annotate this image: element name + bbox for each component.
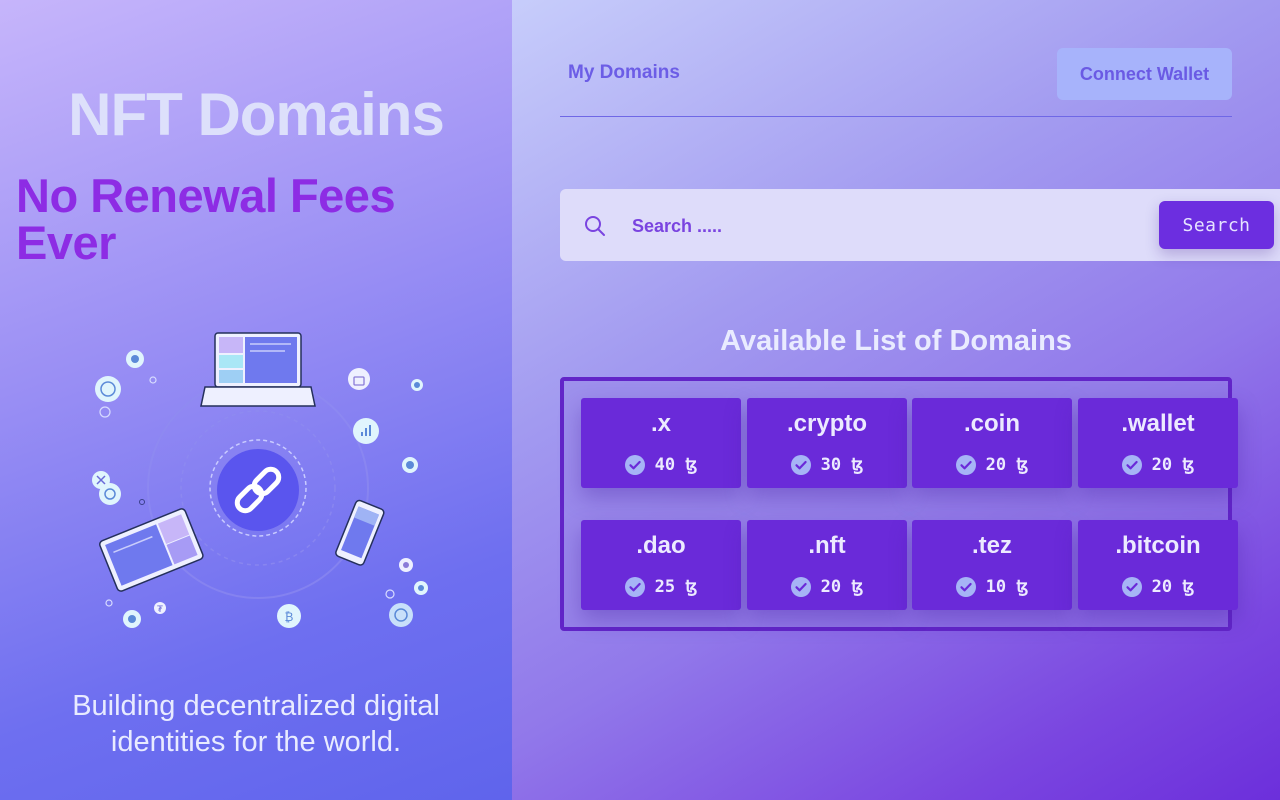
check-circle-icon — [1121, 455, 1142, 475]
phone-icon — [335, 499, 385, 566]
hero-panel: NFT Domains No Renewal Fees Ever ₿ ₮ Bui… — [0, 0, 512, 800]
domain-price: 25 ꜩ — [581, 576, 741, 598]
domain-name: .bitcoin — [1115, 532, 1201, 559]
my-domains-link[interactable]: My Domains — [568, 62, 680, 84]
domain-price: 10 ꜩ — [912, 576, 1072, 598]
domain-card[interactable]: .wallet 20 ꜩ — [1078, 398, 1238, 488]
price-value: 20 ꜩ — [820, 577, 864, 597]
domain-search-panel: My Domains Connect Wallet Search Availab… — [512, 0, 1280, 800]
domain-card[interactable]: .x 40 ꜩ — [581, 398, 741, 488]
check-circle-icon — [955, 577, 976, 597]
domain-card[interactable]: .tez 10 ꜩ — [912, 520, 1072, 610]
check-circle-icon — [790, 577, 811, 597]
search-icon — [585, 216, 605, 236]
domain-card[interactable]: .nft 20 ꜩ — [747, 520, 907, 610]
price-value: 20 ꜩ — [1151, 577, 1195, 597]
hero-title: NFT Domains — [68, 81, 445, 148]
search-bar: Search — [560, 189, 1280, 261]
domain-price: 20 ꜩ — [1078, 454, 1238, 476]
svg-text:₿: ₿ — [285, 610, 294, 624]
domain-name: .dao — [636, 532, 686, 559]
check-circle-icon — [790, 455, 811, 475]
domain-name: .coin — [963, 410, 1020, 437]
domain-name: .nft — [808, 532, 846, 559]
check-circle-icon — [624, 455, 645, 475]
top-nav: My Domains Connect Wallet — [560, 48, 1232, 117]
domain-price: 20 ꜩ — [747, 576, 907, 598]
domain-card[interactable]: .coin 20 ꜩ — [912, 398, 1072, 488]
price-value: 20 ꜩ — [1151, 455, 1195, 475]
price-value: 30 ꜩ — [820, 455, 864, 475]
price-value: 40 ꜩ — [654, 455, 698, 475]
tablet-icon — [99, 508, 204, 592]
domain-name: .x — [650, 410, 671, 437]
network-illustration: ₿ ₮ — [92, 332, 428, 628]
search-button[interactable]: Search — [1159, 201, 1274, 249]
check-circle-icon — [955, 455, 976, 475]
domain-price: 30 ꜩ — [747, 454, 907, 476]
domain-price: 20 ꜩ — [912, 454, 1072, 476]
hero-subtitle: Building decentralized digital identitie… — [72, 690, 440, 758]
price-value: 20 ꜩ — [985, 455, 1029, 475]
price-value: 25 ꜩ — [654, 577, 698, 597]
domain-price: 40 ꜩ — [581, 454, 741, 476]
domain-card[interactable]: .crypto 30 ꜩ — [747, 398, 907, 488]
link-icon — [217, 449, 299, 531]
hero-tagline: No Renewal Fees Ever — [16, 169, 396, 269]
svg-text:₮: ₮ — [157, 605, 163, 615]
connect-wallet-button[interactable]: Connect Wallet — [1057, 48, 1232, 100]
domain-name: .crypto — [786, 410, 867, 437]
domain-price: 20 ꜩ — [1078, 576, 1238, 598]
check-circle-icon — [1121, 577, 1142, 597]
domain-card[interactable]: .dao 25 ꜩ — [581, 520, 741, 610]
domain-name: .tez — [971, 532, 1012, 559]
price-value: 10 ꜩ — [985, 577, 1029, 597]
domain-grid: .x 40 ꜩ .crypto 30 ꜩ .coin 20 ꜩ .wallet — [560, 377, 1238, 631]
domain-name: .wallet — [1121, 410, 1195, 437]
available-domains-title: Available List of Domains — [720, 325, 1072, 357]
laptop-icon — [200, 332, 316, 407]
check-circle-icon — [624, 577, 645, 597]
domain-card[interactable]: .bitcoin 20 ꜩ — [1078, 520, 1238, 610]
search-input[interactable] — [630, 209, 1134, 243]
